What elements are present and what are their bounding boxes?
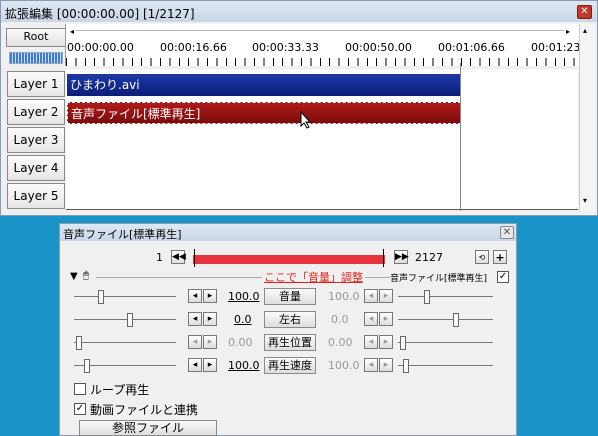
tick-label: 00:00:00.00 — [67, 41, 134, 54]
frame-range-bar[interactable] — [193, 255, 385, 264]
slider-thumb[interactable] — [400, 336, 406, 350]
increment-icon[interactable]: ▸ — [203, 289, 217, 303]
zoom-slider[interactable] — [9, 52, 63, 64]
annotation-text: ここで「音量」調整 — [262, 269, 365, 285]
loop-checkbox[interactable] — [74, 383, 86, 395]
increment-icon: ▸ — [203, 335, 217, 349]
loop-label: ループ再生 — [90, 383, 150, 397]
link-video-checkbox[interactable]: ✓ — [74, 403, 86, 415]
dialog-titlebar: 音声ファイル[標準再生] ✕ — [60, 224, 516, 241]
layer-1-label[interactable]: Layer 1 — [7, 71, 65, 97]
param-value-left: 0.00 — [228, 336, 253, 349]
close-icon[interactable]: ✕ — [577, 5, 592, 19]
tick-label: 00:01:06.66 — [438, 41, 505, 54]
close-icon[interactable]: ✕ — [500, 226, 514, 239]
position-slider-right[interactable] — [398, 342, 493, 343]
scroll-right-icon[interactable]: ▸ — [566, 27, 570, 36]
param-value-left[interactable]: 100.0 — [228, 359, 260, 372]
vertical-scrollbar[interactable]: ▴ ▾ — [579, 24, 595, 211]
layer-3-track[interactable] — [66, 125, 578, 154]
slider-thumb[interactable] — [84, 359, 90, 373]
slider-thumb[interactable] — [98, 290, 104, 304]
volume-slider-right[interactable] — [398, 296, 493, 297]
audio-clip[interactable]: 音声ファイル[標準再生] — [67, 102, 461, 124]
increment-icon: ▸ — [379, 312, 393, 326]
scroll-up-icon[interactable]: ▴ — [583, 26, 587, 35]
tick-label: 00:01:23 — [531, 41, 581, 54]
decrement-icon: ◂ — [364, 312, 378, 326]
slider-thumb[interactable] — [424, 290, 430, 304]
decrement-icon: ◂ — [364, 289, 378, 303]
collapse-icon[interactable]: ▼ — [70, 271, 78, 282]
decrement-icon: ◂ — [364, 358, 378, 372]
scroll-down-icon[interactable]: ▾ — [583, 196, 587, 205]
volume-slider-left[interactable] — [74, 296, 176, 297]
video-clip[interactable]: ひまわり.avi — [67, 74, 461, 96]
layer-4-label[interactable]: Layer 4 — [7, 155, 65, 181]
enable-checkbox[interactable]: ✓ — [497, 271, 509, 283]
position-button[interactable]: 再生位置 — [264, 334, 316, 351]
layer-2-label[interactable]: Layer 2 — [7, 99, 65, 125]
param-value-right: 0.0 — [331, 313, 349, 326]
layer-5-label[interactable]: Layer 5 — [7, 183, 65, 209]
tick-label: 00:00:50.00 — [345, 41, 412, 54]
param-value-right: 0.00 — [328, 336, 353, 349]
root-button[interactable]: Root — [6, 28, 66, 47]
scroll-left-icon[interactable]: ◂ — [70, 27, 74, 36]
add-filter-button[interactable]: + — [493, 250, 507, 264]
pan-slider-left[interactable] — [74, 319, 176, 320]
increment-icon: ▸ — [379, 289, 393, 303]
mouse-cursor-icon — [300, 111, 312, 129]
layer-3-label[interactable]: Layer 3 — [7, 127, 65, 153]
link-icon[interactable]: ⟲ — [475, 250, 489, 264]
tick-label: 00:00:33.33 — [252, 41, 319, 54]
forward-icon[interactable]: ▶▶ — [394, 250, 409, 264]
slider-thumb[interactable] — [453, 313, 459, 327]
increment-icon[interactable]: ▸ — [203, 312, 217, 326]
ruler-ticks — [66, 58, 579, 66]
slider-thumb[interactable] — [127, 313, 133, 327]
decrement-icon: ◂ — [188, 335, 202, 349]
volume-button[interactable]: 音量 — [264, 288, 316, 305]
tick-label: 00:00:16.66 — [160, 41, 227, 54]
dialog-title: 音声ファイル[標準再生] — [63, 228, 182, 241]
param-value-left[interactable]: 0.0 — [234, 313, 252, 326]
layer-5-track[interactable] — [66, 181, 578, 210]
object-label: 音声ファイル[標準再生] — [390, 271, 488, 284]
audio-properties-window: 音声ファイル[標準再生] ✕ 1 ◀◀ ▶▶ 2127 ⟲ + ▼ 🖱 ここで「… — [59, 223, 517, 436]
decrement-icon[interactable]: ◂ — [188, 358, 202, 372]
time-ruler[interactable]: ◂ ▸ 00:00:00.00 00:00:16.66 00:00:33.33 … — [65, 24, 581, 66]
position-slider-left[interactable] — [74, 342, 176, 343]
timeline-window: 拡張編集 [00:00:00.00] [1/2127] ✕ Root ◂ ▸ 0… — [0, 0, 598, 216]
timeline-title: 拡張編集 [00:00:00.00] [1/2127] — [5, 7, 195, 21]
speed-slider-right[interactable] — [398, 365, 493, 366]
timeline-titlebar: 拡張編集 [00:00:00.00] [1/2127] ✕ — [1, 1, 597, 22]
end-marker-line — [460, 63, 461, 211]
increment-icon: ▸ — [379, 335, 393, 349]
layer-4-track[interactable] — [66, 153, 578, 182]
slider-thumb[interactable] — [403, 359, 409, 373]
increment-icon: ▸ — [379, 358, 393, 372]
param-value-right: 100.0 — [328, 290, 360, 303]
reference-file-button[interactable]: 参照ファイル — [79, 420, 217, 436]
speed-button[interactable]: 再生速度 — [264, 357, 316, 374]
rewind-icon[interactable]: ◀◀ — [171, 250, 186, 264]
decrement-icon[interactable]: ◂ — [188, 289, 202, 303]
frame-start: 1 — [156, 251, 163, 264]
pan-slider-right[interactable] — [398, 319, 493, 320]
link-video-label: 動画ファイルと連携 — [90, 403, 199, 417]
frame-end: 2127 — [415, 251, 443, 264]
mouse-icon: 🖱 — [83, 270, 89, 281]
param-value-left[interactable]: 100.0 — [228, 290, 260, 303]
decrement-icon: ◂ — [364, 335, 378, 349]
slider-thumb[interactable] — [76, 336, 82, 350]
decrement-icon[interactable]: ◂ — [188, 312, 202, 326]
increment-icon[interactable]: ▸ — [203, 358, 217, 372]
param-value-right: 100.0 — [328, 359, 360, 372]
pan-button[interactable]: 左右 — [264, 311, 316, 328]
